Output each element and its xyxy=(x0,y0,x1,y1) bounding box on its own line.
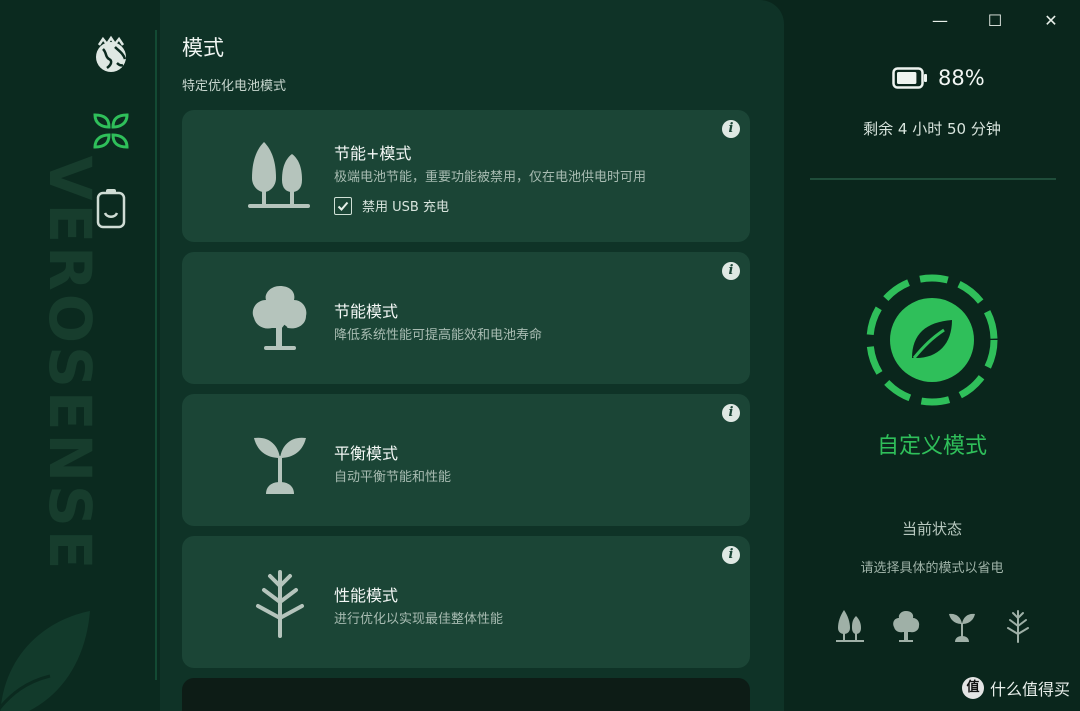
site-watermark: 值 什么值得买 xyxy=(961,676,1070,700)
tree-icon xyxy=(252,286,307,350)
branch-icon xyxy=(256,570,304,638)
tree-icon xyxy=(893,611,920,642)
decorative-leaf-icon xyxy=(0,611,90,711)
maximize-button[interactable]: ☐ xyxy=(977,8,1013,32)
brand-watermark: VEROSENSE xyxy=(36,155,104,573)
sprout-icon xyxy=(254,437,306,494)
checkmark-icon xyxy=(337,201,349,211)
mode-description: 进行优化以实现最佳整体性能 xyxy=(334,612,504,627)
info-icon[interactable]: i xyxy=(722,546,740,564)
info-icon[interactable]: i xyxy=(722,404,740,422)
two-trees-icon xyxy=(836,610,864,642)
modes-panel: 模式 特定优化电池模式 节能+模式 极端电池节能，重要功能被禁用，仅在电池供电时… xyxy=(160,0,784,711)
nav-leaves-button[interactable] xyxy=(88,108,134,154)
mode-card-performance[interactable]: 性能模式 进行优化以实现最佳整体性能 i xyxy=(182,536,750,668)
info-icon[interactable]: i xyxy=(722,120,740,138)
next-card-edge xyxy=(182,678,750,711)
info-icon[interactable]: i xyxy=(722,262,740,280)
current-mode-name: 自定义模式 xyxy=(876,434,987,459)
battery-status: 88% xyxy=(892,66,985,90)
mode-description: 降低系统性能可提高能效和电池寿命 xyxy=(334,328,543,343)
mode-card-balanced[interactable]: 平衡模式 自动平衡节能和性能 i xyxy=(182,394,750,526)
time-remaining: 剩余 4 小时 50 分钟 xyxy=(863,120,1001,138)
mode-card-eco[interactable]: 节能模式 降低系统性能可提高能效和电池寿命 i xyxy=(182,252,750,384)
nav-globe-button[interactable] xyxy=(88,32,134,78)
status-pane: — ☐ ✕ 88% 剩余 4 小时 50 分钟 自定义模式 当前状态 请选择具体… xyxy=(784,0,1080,711)
mode-card-eco-plus[interactable]: 节能+模式 极端电池节能，重要功能被禁用，仅在电池供电时可用 禁用 USB 充电… xyxy=(182,110,750,242)
usb-charge-label: 禁用 USB 充电 xyxy=(362,200,449,215)
current-state-label: 当前状态 xyxy=(901,520,962,538)
page-subtitle: 特定优化电池模式 xyxy=(182,79,287,94)
mode-title: 节能+模式 xyxy=(334,144,412,163)
leaves-icon xyxy=(93,113,129,149)
rail-divider xyxy=(155,30,157,680)
app-window: VEROSENSE 模式 特定优化电池模式 节能+模式 极端电池节能，重要功能被… xyxy=(0,0,1080,711)
sprout-icon xyxy=(949,613,975,642)
side-rail: VEROSENSE xyxy=(0,0,160,711)
leaf-mode-ring-icon xyxy=(866,274,998,406)
mode-title: 平衡模式 xyxy=(334,444,399,463)
mode-icons-row xyxy=(834,608,1034,644)
page-title: 模式 xyxy=(182,36,224,60)
watermark-text: 什么值得买 xyxy=(989,680,1070,699)
usb-charge-option[interactable]: 禁用 USB 充电 xyxy=(334,196,449,215)
mode-title: 性能模式 xyxy=(334,586,399,605)
two-trees-icon xyxy=(248,142,310,208)
battery-percent: 88% xyxy=(938,66,985,90)
branch-icon xyxy=(1007,610,1029,643)
battery-icon xyxy=(96,189,126,229)
usb-charge-checkbox[interactable] xyxy=(334,196,352,215)
minimize-button[interactable]: — xyxy=(922,8,958,32)
close-button[interactable]: ✕ xyxy=(1033,8,1069,32)
watermark-badge: 值 xyxy=(961,677,984,699)
status-divider xyxy=(810,178,1056,180)
nav-battery-button[interactable] xyxy=(88,186,134,232)
current-state-hint: 请选择具体的模式以省电 xyxy=(860,561,1004,576)
globe-icon xyxy=(96,35,127,72)
mode-title: 节能模式 xyxy=(334,302,399,321)
battery-level-icon xyxy=(892,67,927,89)
mode-description: 自动平衡节能和性能 xyxy=(334,470,452,485)
mode-description: 极端电池节能，重要功能被禁用，仅在电池供电时可用 xyxy=(334,170,647,185)
